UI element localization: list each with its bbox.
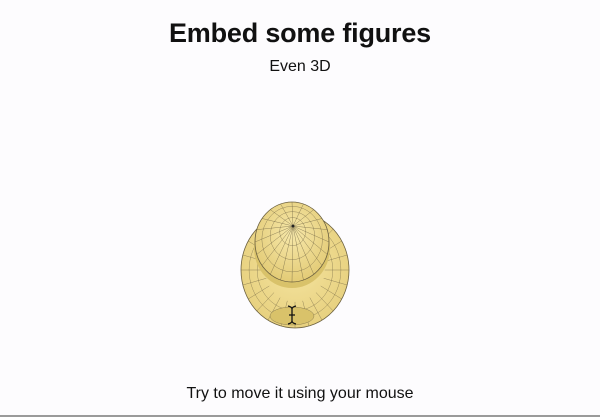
3d-figure-viewport[interactable] [200, 180, 400, 350]
slide: Embed some figures Even 3D Try to move i… [0, 0, 600, 417]
text-cursor-icon [287, 305, 297, 325]
instruction-caption: Try to move it using your mouse [186, 385, 414, 402]
hat-crown [254, 201, 330, 288]
slide-title: Embed some figures [169, 18, 431, 48]
slide-subtitle: Even 3D [269, 58, 331, 75]
crown-pole [291, 224, 295, 228]
hat-3d-figure[interactable] [200, 180, 400, 350]
